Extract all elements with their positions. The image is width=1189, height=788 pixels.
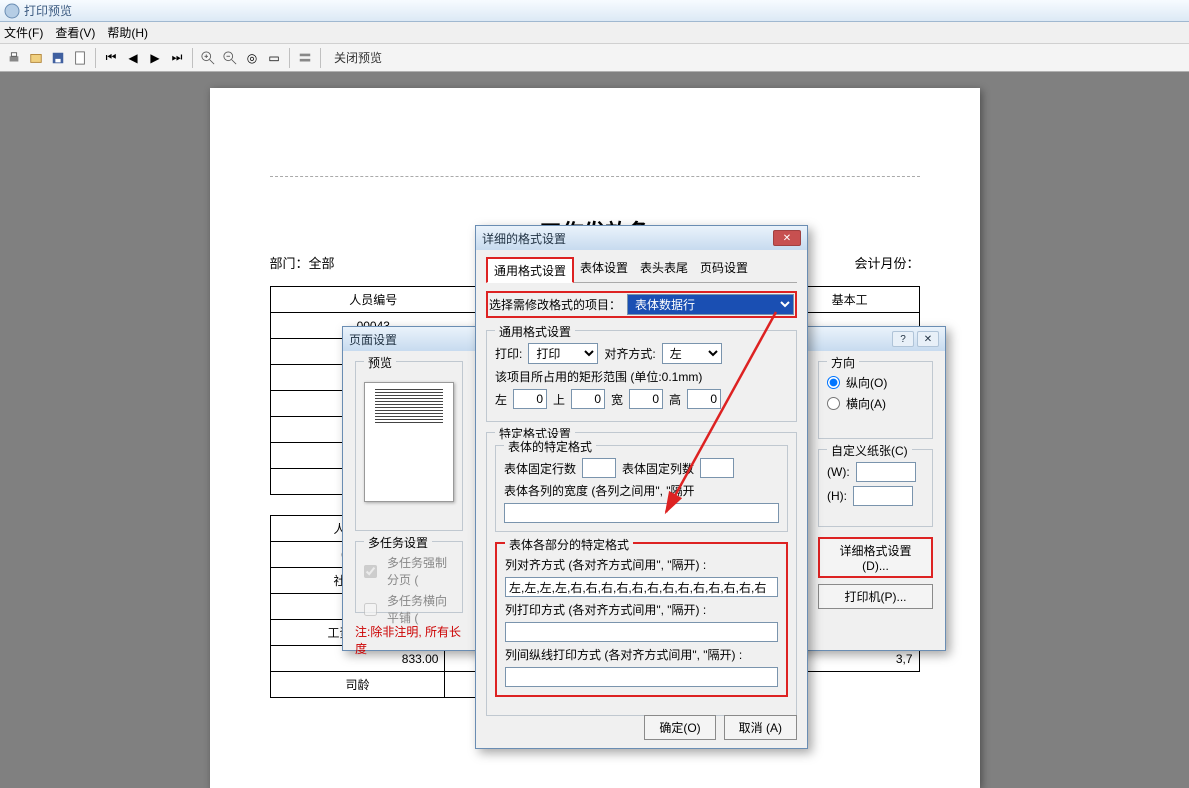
open-icon[interactable] [26,48,46,68]
rect-width-input[interactable] [629,389,663,409]
cancel-button[interactable]: 取消 (A) [724,715,797,740]
col-print-label: 列打印方式 (各对齐方式间用", "隔开) : [505,601,778,618]
multitask-label: 多任务设置 [364,534,432,551]
body-special-label: 表体的特定格式 [504,438,596,455]
next-page-icon[interactable]: ▶ [145,48,165,68]
printer-button[interactable]: 打印机(P)... [818,584,933,609]
close-icon[interactable]: ✕ [773,230,801,246]
detail-format-dialog: 详细的格式设置 ✕ 通用格式设置 表体设置 表头表尾 页码设置 选择需修改格式的… [475,225,808,749]
prev-page-icon[interactable]: ◀ [123,48,143,68]
close-button[interactable]: ✕ [917,331,939,347]
horiz-tile-checkbox[interactable] [364,603,377,616]
vline-label: 列间纵线打印方式 (各对齐方式间用", "隔开) : [505,646,778,663]
last-page-icon[interactable]: ⏭ [167,48,187,68]
detail-format-button[interactable]: 详细格式设置(D)... [818,537,933,578]
close-preview-button[interactable]: 关闭预览 [334,49,382,66]
zoom-fit-icon[interactable]: ◎ [242,48,262,68]
toolbar-separator [95,48,96,68]
main-titlebar: 打印预览 [0,0,1189,22]
menu-file[interactable]: 文件(F) [4,24,43,41]
direction-label: 方向 [827,354,859,371]
rect-top-input[interactable] [571,389,605,409]
settings-icon[interactable] [295,48,315,68]
window-title: 打印预览 [24,2,72,19]
tab-page-number[interactable]: 页码设置 [694,256,754,282]
toolbar-separator [192,48,193,68]
col-width-label: 表体各列的宽度 (各列之间用", "隔开 [504,482,779,499]
paper-width-input[interactable] [856,462,916,482]
zoom-in-icon[interactable] [198,48,218,68]
toolbar: ⏮ ◀ ▶ ⏭ ◎ ▭ 关闭预览 [0,44,1189,72]
save-icon[interactable] [48,48,68,68]
note-text: 注:除非注明, 所有长度 [355,623,463,657]
period-label: 会计月份： [854,253,919,272]
landscape-radio[interactable] [827,397,840,410]
first-page-icon[interactable]: ⏮ [101,48,121,68]
ok-button[interactable]: 确定(O) [644,715,715,740]
toolbar-separator [289,48,290,68]
tab-row: 通用格式设置 表体设置 表头表尾 页码设置 [486,256,797,283]
preview-label: 预览 [364,354,396,371]
menu-view[interactable]: 查看(V) [55,24,95,41]
help-button[interactable]: ? [892,331,914,347]
zoom-page-icon[interactable]: ▭ [264,48,284,68]
print-icon[interactable] [4,48,24,68]
rect-height-input[interactable] [687,389,721,409]
page-icon[interactable] [70,48,90,68]
body-parts-label: 表体各部分的特定格式 [505,536,633,553]
select-item-dropdown[interactable]: 表体数据行 [627,294,794,315]
col-print-input[interactable] [505,622,778,642]
rect-left-input[interactable] [513,389,547,409]
portrait-radio[interactable] [827,376,840,389]
custom-paper-label: 自定义纸张(C) [827,442,912,459]
preview-thumbnail [364,382,454,502]
align-select[interactable]: 左 [662,343,722,364]
vline-input[interactable] [505,667,778,687]
dept-value: 全部 [309,256,335,271]
menu-help[interactable]: 帮助(H) [107,24,148,41]
common-format-label: 通用格式设置 [495,323,575,340]
toolbar-separator [320,48,321,68]
menubar: 文件(F) 查看(V) 帮助(H) [0,22,1189,44]
tab-header-footer[interactable]: 表头表尾 [634,256,694,282]
select-item-label: 选择需修改格式的项目： [489,296,621,313]
app-icon [4,3,20,19]
tab-general[interactable]: 通用格式设置 [486,257,574,283]
page-dashline [270,176,920,177]
fixed-rows-input[interactable] [582,458,616,478]
dept-label: 部门： [270,256,309,271]
col-align-label: 列对齐方式 (各对齐方式间用", "隔开) : [505,556,778,573]
detail-titlebar[interactable]: 详细的格式设置 ✕ [476,226,807,250]
zoom-out-icon[interactable] [220,48,240,68]
tab-body[interactable]: 表体设置 [574,256,634,282]
col-align-input[interactable] [505,577,778,597]
paper-height-input[interactable] [853,486,913,506]
force-page-break-checkbox[interactable] [364,565,377,578]
print-select[interactable]: 打印 [528,343,598,364]
col-width-input[interactable] [504,503,779,523]
fixed-cols-input[interactable] [700,458,734,478]
rect-label: 该项目所占用的矩形范围 (单位:0.1mm) [495,368,788,385]
